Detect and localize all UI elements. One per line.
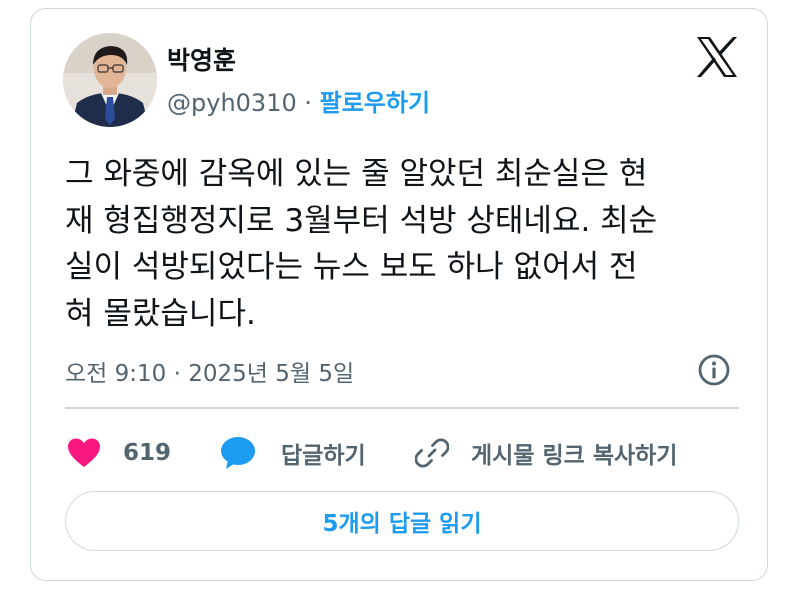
x-logo-icon[interactable] xyxy=(695,35,739,79)
read-replies-button[interactable]: 5개의 답글 읽기 xyxy=(65,491,739,551)
tweet-timestamp[interactable]: 오전 9:10 · 2025년 5월 5일 xyxy=(65,354,354,388)
tweet-text: 그 와중에 감옥에 있는 줄 알았던 최순실은 현 재 형집행정지로 3월부터 … xyxy=(65,156,658,332)
speech-bubble-icon xyxy=(221,437,255,469)
copy-link-label: 게시물 링크 복사하기 xyxy=(471,443,678,469)
reply-label: 답글하기 xyxy=(281,443,366,469)
reply-button[interactable]: 답글하기 xyxy=(219,433,366,473)
like-count: 619 xyxy=(123,440,172,466)
author-display-name[interactable]: 박영훈 xyxy=(167,41,236,77)
follow-button[interactable]: 팔로우하기 xyxy=(320,89,430,117)
avatar[interactable] xyxy=(63,33,157,127)
link-icon xyxy=(415,438,449,468)
like-button[interactable]: 619 xyxy=(67,433,171,473)
author-handle-row: @pyh0310 · 팔로우하기 xyxy=(167,83,430,118)
heart-icon xyxy=(68,438,100,467)
read-replies-label: 5개의 답글 읽기 xyxy=(322,511,482,537)
copy-link-button[interactable]: 게시물 링크 복사하기 xyxy=(415,433,677,473)
handle-separator: · xyxy=(296,89,320,117)
avatar-photo-icon xyxy=(63,33,157,127)
info-icon[interactable] xyxy=(697,353,731,387)
tweet-card: 박영훈 @pyh0310 · 팔로우하기 그 와중에 감옥에 있는 줄 알았던 … xyxy=(30,8,768,581)
divider xyxy=(65,407,739,409)
author-handle[interactable]: @pyh0310 xyxy=(167,89,297,117)
